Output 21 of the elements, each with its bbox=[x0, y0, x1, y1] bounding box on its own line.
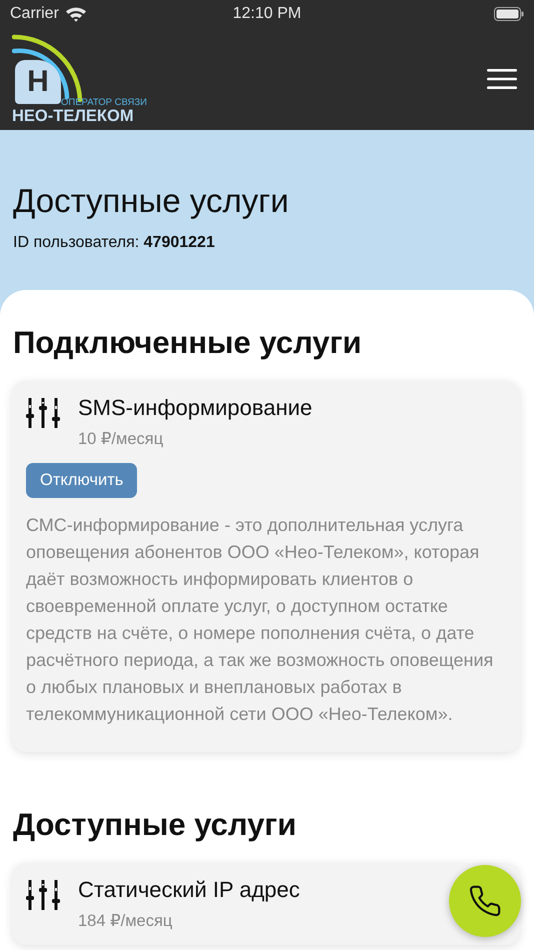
phone-icon bbox=[468, 884, 502, 918]
logo-badge: Н bbox=[15, 60, 61, 104]
wifi-icon bbox=[64, 6, 87, 22]
section-title: Подключенные услуги bbox=[13, 325, 363, 361]
sliders-icon bbox=[26, 879, 60, 911]
user-id: ID пользователя: 47901221 bbox=[13, 234, 216, 252]
carrier-name: Carrier bbox=[10, 5, 59, 23]
clock-time: 12:10 PM bbox=[232, 5, 302, 23]
disconnect-button[interactable]: Отключить bbox=[26, 463, 138, 498]
service-price: 10 ₽/месяц bbox=[78, 429, 164, 449]
section-title: Доступные услуги bbox=[13, 807, 298, 843]
logo-name: НЕО-ТЕЛЕКОМ bbox=[12, 107, 134, 126]
service-name: Статический IP адрес bbox=[78, 877, 300, 903]
logo-tagline: ОПЕРАТОР СВЯЗИ bbox=[61, 97, 147, 108]
battery-icon bbox=[494, 7, 524, 21]
page-title: Доступные услуги bbox=[13, 182, 290, 220]
service-price: 184 ₽/месяц bbox=[78, 911, 174, 931]
service-description: СМС-информирование - это дополнительная услуга оповещения абонентов ООО «Нео-Телеком», которая даёт возможность информировать клиентов о своевременной оплате услуг, о доступном остатке средств на счёте, о номере пополнения счёта, о дате расчётного периода, а так же возможность оповещения о любых плановых и внеплановых работах в телекоммуникационной сети ООО «Нео-Телеком». bbox=[26, 514, 494, 726]
sliders-icon bbox=[26, 397, 60, 429]
menu-icon[interactable] bbox=[487, 69, 517, 89]
service-name: SMS-информирование bbox=[78, 395, 312, 421]
